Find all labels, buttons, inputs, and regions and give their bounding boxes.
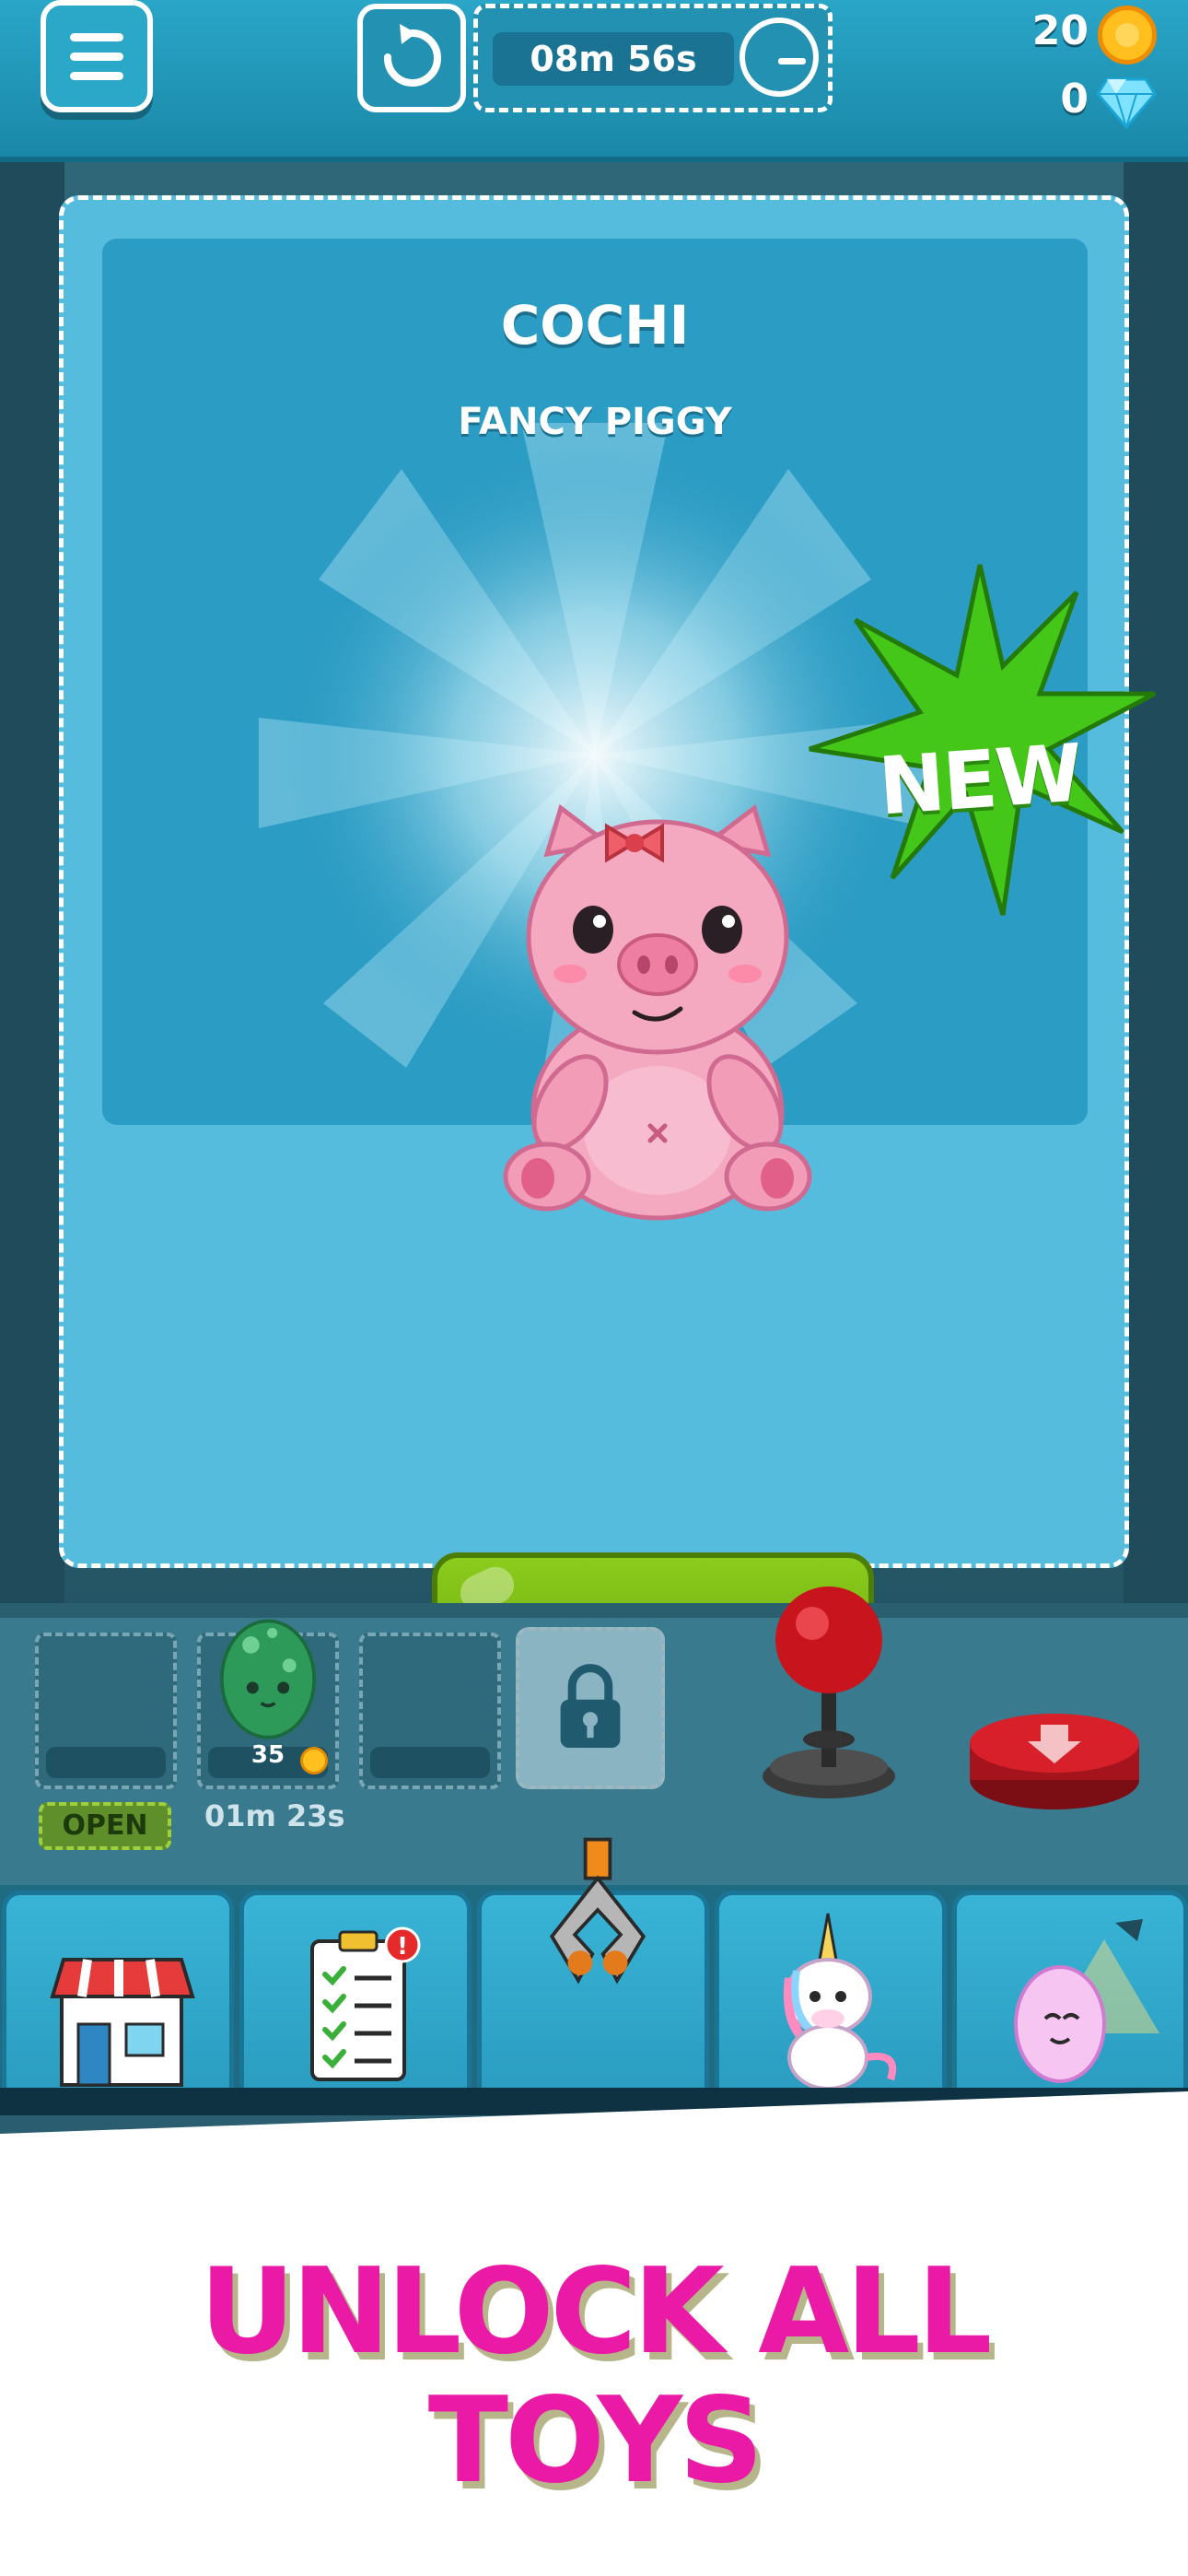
pink-piggy-plush-icon [503,803,812,1221]
speed-gauge-icon[interactable] [740,18,819,97]
menu-button[interactable] [41,0,153,112]
restart-icon [383,24,441,87]
nav-collection[interactable] [715,1891,947,2102]
top-bar: 08m 56s 20 0 [0,0,1188,162]
lock-icon [560,1664,621,1748]
gem-count: 0 [1060,76,1089,123]
coin-icon [1098,6,1157,64]
coin-counter: 20 [939,6,1160,64]
nav-shop[interactable] [2,1891,234,2102]
restart-button[interactable] [357,4,466,112]
nav-missions[interactable]: ! [239,1891,472,2102]
diamond-icon [1096,77,1157,129]
nav-hatch[interactable] [952,1891,1188,2102]
new-toy-popup: COCHI FANCY PIGGY NEW [59,195,1157,1687]
green-egg-icon [220,1619,316,1739]
svg-text:!: ! [397,1933,408,1961]
shop-icon [50,1958,195,2087]
egg-slot-filled[interactable]: 35 [197,1619,339,1789]
toy-name: COCHI [500,294,690,357]
promo-line-2: TOYS [427,2372,763,2510]
slot-bar [370,1747,490,1778]
timer-box: 08m 56s [473,4,833,112]
promo-line-1: UNLOCK ALL [199,2243,993,2381]
toy-subtitle: FANCY PIGGY [458,401,732,443]
nav-claw[interactable] [477,1837,709,2102]
drop-claw-button-icon[interactable] [967,1704,1142,1811]
egg-timer: 01m 23s [204,1798,345,1833]
egg-hatch-icon [1014,1919,1159,2083]
machine-wall-left [0,147,64,1622]
game-view: 08m 56s 20 0 COCHI FANCY PIGGY NEW 35 OP… [0,0,1188,2137]
timer-group: 08m 56s [357,4,833,116]
timer-value: 08m 56s [493,32,734,86]
egg-slot-empty[interactable] [35,1633,177,1789]
promo-headline: UNLOCK ALL TOYS [0,2248,1188,2506]
screen: 08m 56s 20 0 COCHI FANCY PIGGY NEW 35 OP… [0,0,1188,2576]
egg-slot-empty[interactable] [359,1633,501,1789]
claw-icon [549,1837,646,1985]
joystick-icon[interactable] [755,1583,903,1804]
coin-icon [300,1747,328,1774]
coin-count: 20 [1031,7,1089,54]
missions-checklist-icon: ! [310,1926,421,2081]
gem-counter: 0 [939,74,1160,129]
locked-slot[interactable] [516,1627,665,1789]
unicorn-collection-icon [783,1913,897,2090]
slot-bar [46,1747,166,1778]
open-button[interactable]: OPEN [39,1802,171,1850]
